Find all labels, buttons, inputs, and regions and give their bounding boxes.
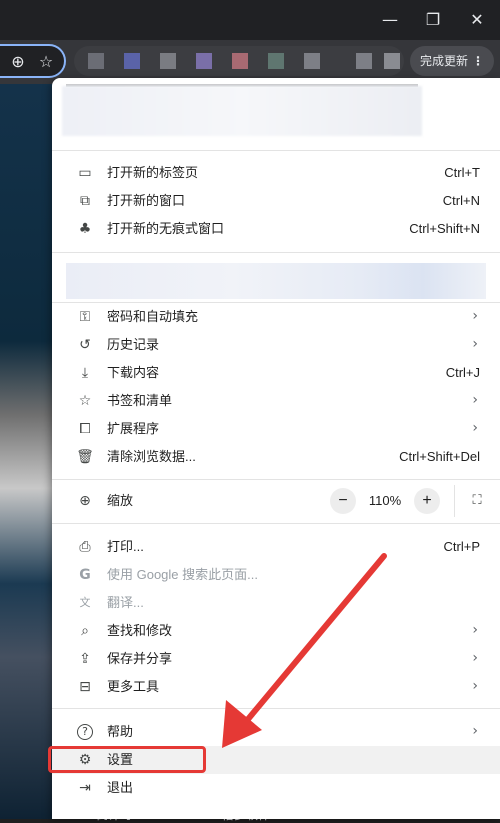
bookmark-star-icon[interactable]: ☆	[36, 52, 56, 72]
save-share-icon: ⇪	[79, 651, 91, 667]
new-window-icon: ⧉	[80, 193, 90, 209]
zoom-separator	[454, 485, 455, 517]
menu-item-history[interactable]: ↺ 历史记录 ›	[52, 331, 500, 359]
minimize-icon[interactable]: —	[378, 8, 402, 32]
menu-item-label: 翻译...	[107, 595, 144, 610]
menu-item-google-search[interactable]: G 使用 Google 搜索此页面...	[52, 561, 500, 589]
menu-item-label: 打印...	[107, 539, 144, 554]
bookmarks-strip-blurred	[74, 46, 404, 76]
fullscreen-icon[interactable]: ⛶	[464, 487, 490, 513]
find-icon: ⌕	[81, 623, 89, 639]
bookmark-star-icon: ☆	[78, 393, 92, 409]
chevron-right-icon: ›	[472, 650, 478, 666]
google-icon: G	[79, 567, 91, 583]
zoom-icon: ⊕	[79, 493, 91, 509]
menu-item-label: 使用 Google 搜索此页面...	[107, 567, 258, 582]
update-button[interactable]: 完成更新 ⋮	[410, 46, 494, 76]
menu-item-passwords[interactable]: ⚿ 密码和自动填充 ›	[52, 303, 500, 331]
menu-divider	[52, 479, 500, 480]
menu-item-help[interactable]: ? 帮助 ›	[52, 718, 500, 746]
menu-item-translate[interactable]: 文 翻译...	[52, 589, 500, 617]
help-icon: ?	[77, 724, 93, 740]
exit-icon: ⇥	[79, 780, 91, 796]
menu-item-label: 打开新的标签页	[107, 165, 199, 180]
chevron-right-icon: ›	[472, 308, 478, 324]
menu-item-label: 扩展程序	[107, 421, 160, 436]
account-row-blurred[interactable]	[66, 263, 486, 299]
toolbox-icon: ⊟	[79, 679, 91, 695]
menu-item-shortcut: Ctrl+P	[443, 539, 480, 554]
menu-item-label: 缩放	[107, 493, 134, 508]
zoom-out-button[interactable]: −	[330, 488, 356, 514]
chevron-right-icon: ›	[472, 723, 478, 739]
close-icon[interactable]: ✕	[465, 8, 489, 32]
menu-divider	[52, 708, 500, 709]
annotation-highlight-box	[48, 746, 206, 773]
download-icon: ⤓	[81, 365, 89, 381]
restore-icon[interactable]: ❐	[421, 8, 445, 32]
menu-item-shortcut: Ctrl+Shift+N	[409, 221, 480, 236]
menu-item-label: 更多工具	[107, 679, 160, 694]
menu-item-incognito[interactable]: ♣ 打开新的无痕式窗口 Ctrl+Shift+N	[52, 215, 500, 243]
menu-item-label: 保存并分享	[107, 651, 173, 666]
menu-item-label: 查找和修改	[107, 623, 173, 638]
menu-divider	[52, 150, 500, 151]
menu-item-label: 帮助	[107, 724, 134, 739]
menu-item-shortcut: Ctrl+Shift+Del	[399, 449, 480, 464]
menu-item-label: 密码和自动填充	[107, 309, 199, 324]
new-tab-icon: ▭	[78, 165, 92, 181]
chevron-right-icon: ›	[472, 420, 478, 436]
menu-item-label: 打开新的无痕式窗口	[107, 221, 225, 236]
menu-item-new-window[interactable]: ⧉ 打开新的窗口 Ctrl+N	[52, 187, 500, 215]
menu-item-downloads[interactable]: ⤓ 下载内容 Ctrl+J	[52, 359, 500, 387]
address-bar[interactable]: ⊕ ☆	[0, 44, 66, 78]
translate-icon: 文	[79, 596, 91, 609]
menu-item-label: 清除浏览数据...	[107, 449, 196, 464]
menu-item-label: 下载内容	[107, 365, 160, 380]
browser-main-menu: ▭ 打开新的标签页 Ctrl+T ⧉ 打开新的窗口 Ctrl+N ♣ 打开新的无…	[52, 78, 500, 819]
menu-item-extensions[interactable]: ⧠ 扩展程序 ›	[52, 415, 500, 443]
profile-header-blurred[interactable]	[52, 78, 500, 148]
menu-divider	[52, 523, 500, 524]
menu-item-shortcut: Ctrl+N	[442, 193, 480, 208]
history-icon: ↺	[79, 337, 91, 353]
menu-item-more-tools[interactable]: ⊟ 更多工具 ›	[52, 673, 500, 701]
update-button-label: 完成更新	[420, 54, 469, 68]
chevron-right-icon: ›	[472, 622, 478, 638]
menu-item-label: 打开新的窗口	[107, 193, 186, 208]
chevron-right-icon: ›	[472, 678, 478, 694]
incognito-icon: ♣	[78, 221, 92, 237]
menu-divider	[52, 252, 500, 253]
menu-item-print[interactable]: ⎙ 打印... Ctrl+P	[52, 533, 500, 561]
menu-item-save-share[interactable]: ⇪ 保存并分享 ›	[52, 645, 500, 673]
zoom-indicator-icon[interactable]: ⊕	[8, 52, 28, 72]
more-menu-icon[interactable]: ⋮	[472, 46, 484, 76]
print-icon: ⎙	[79, 539, 91, 555]
chevron-right-icon: ›	[472, 336, 478, 352]
menu-item-label: 书签和清单	[107, 393, 173, 408]
menu-item-exit[interactable]: ⇥ 退出	[52, 774, 500, 802]
menu-item-clear-data[interactable]: 🗑 清除浏览数据... Ctrl+Shift+Del	[52, 443, 500, 471]
extension-icon: ⧠	[79, 421, 91, 437]
menu-item-new-tab[interactable]: ▭ 打开新的标签页 Ctrl+T	[52, 159, 500, 187]
key-icon: ⚿	[79, 309, 91, 325]
zoom-level: 110%	[368, 493, 402, 508]
trash-icon: 🗑	[76, 449, 94, 465]
menu-item-find-edit[interactable]: ⌕ 查找和修改 ›	[52, 617, 500, 645]
chevron-right-icon: ›	[472, 392, 478, 408]
menu-item-shortcut: Ctrl+J	[445, 365, 480, 380]
zoom-control: − 110% +	[330, 487, 440, 515]
menu-item-shortcut: Ctrl+T	[444, 165, 480, 180]
menu-item-label: 退出	[107, 780, 134, 795]
zoom-in-button[interactable]: +	[414, 488, 440, 514]
menu-item-label: 历史记录	[107, 337, 160, 352]
title-bar: — ❐ ✕	[0, 0, 500, 40]
menu-item-bookmarks[interactable]: ☆ 书签和清单 ›	[52, 387, 500, 415]
